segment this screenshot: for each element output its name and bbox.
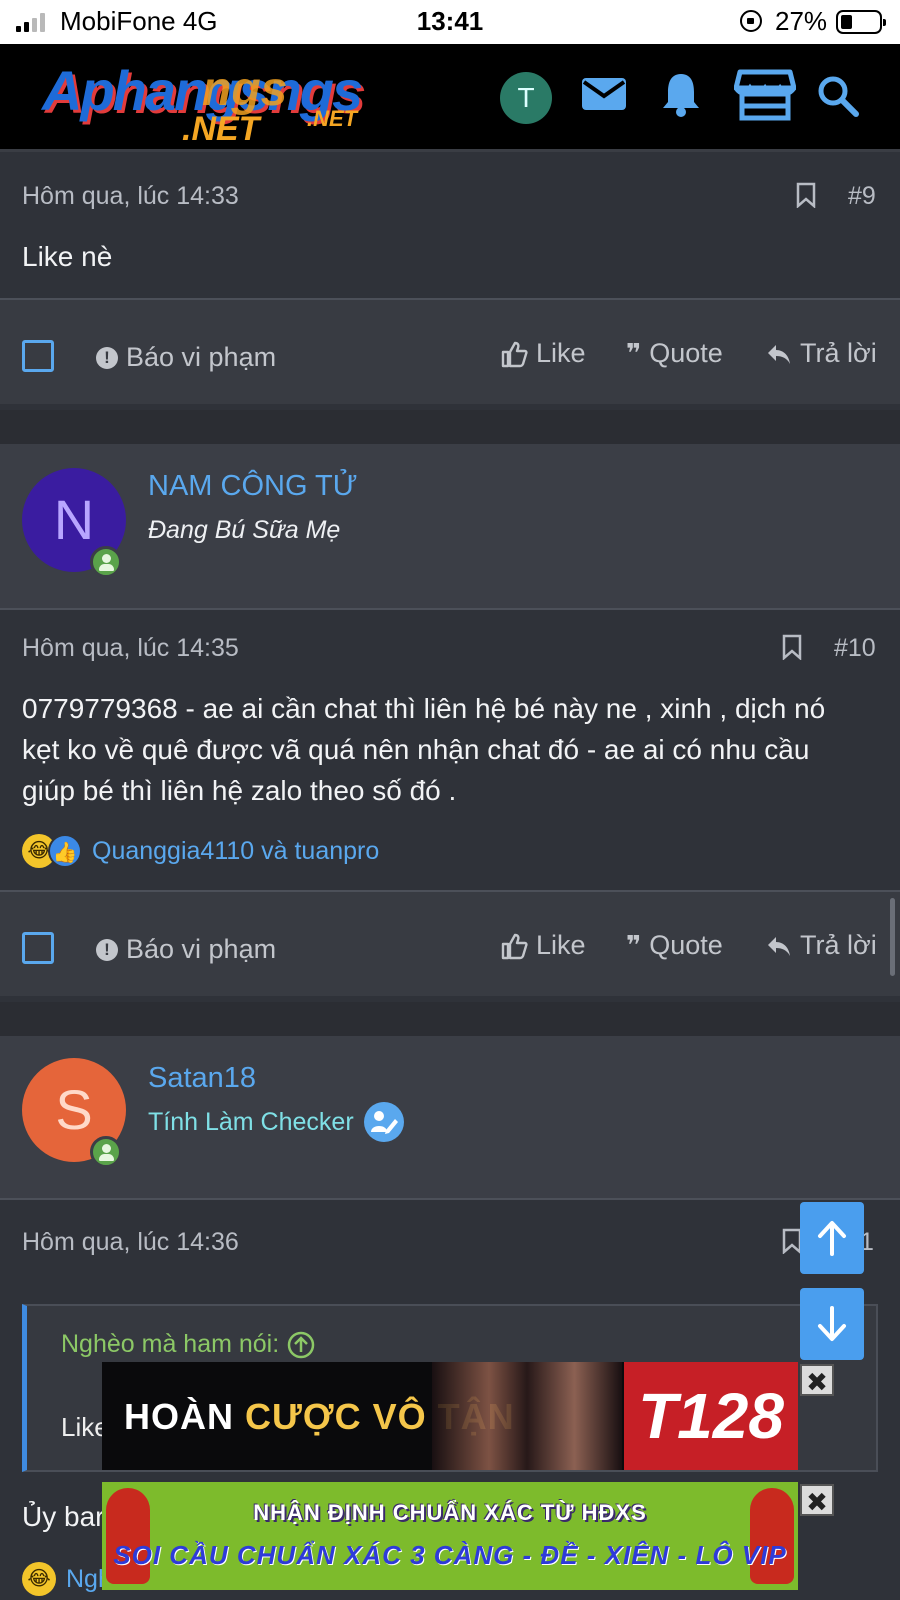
user-title: Đang Bú Sữa Mẹ	[148, 516, 341, 544]
post-gap	[0, 1002, 900, 1036]
mail-icon[interactable]	[580, 74, 628, 114]
ad-line1: NHẬN ĐỊNH CHUẨN XÁC TỪ HĐXS	[253, 1500, 647, 1525]
close-ad-button[interactable]: ✖	[800, 1364, 834, 1397]
checker-badge-icon	[363, 1102, 404, 1142]
report-button[interactable]: ! Báo vi phạm	[96, 342, 276, 373]
quote-icon: ❞	[626, 338, 642, 368]
select-checkbox[interactable]	[22, 932, 54, 964]
online-icon	[90, 546, 122, 578]
ad-headline-a: HOÀN	[124, 1396, 245, 1437]
post-number[interactable]: #10	[834, 634, 876, 663]
ad-banner-t128[interactable]: HOÀN CƯỢC VÔ TẬN T128	[102, 1362, 798, 1470]
quote-icon: ❞	[626, 930, 642, 960]
like-button[interactable]: Like	[500, 338, 586, 369]
user-title: Tính Làm Checker	[148, 1102, 404, 1142]
reply-icon	[768, 344, 790, 364]
reply-button[interactable]: Trả lời	[766, 930, 877, 961]
search-icon[interactable]	[816, 74, 860, 118]
logo-tld-small: .NET	[307, 106, 358, 131]
post-time[interactable]: Hôm qua, lúc 14:35	[22, 634, 239, 663]
bookmark-icon[interactable]	[782, 634, 802, 660]
scrollbar[interactable]	[890, 898, 895, 976]
body-line: kẹt ko về quê được vã quá nên nhận chat …	[22, 734, 810, 765]
post-body: Ủy bar	[22, 1501, 105, 1532]
ad-logo: T128	[624, 1362, 798, 1470]
clock: 13:41	[416, 6, 484, 36]
rotation-lock-icon	[740, 10, 762, 32]
post-time[interactable]: Hôm qua, lúc 14:36	[22, 1228, 239, 1257]
post-body: Like nè	[22, 241, 113, 272]
warning-icon: !	[96, 938, 118, 961]
like-button[interactable]: Like	[500, 930, 586, 961]
arrow-up-icon	[818, 1221, 846, 1256]
bell-icon[interactable]	[660, 70, 702, 118]
logo-tld: .NET	[182, 110, 260, 148]
warning-icon: !	[96, 346, 118, 369]
like-reaction-icon: 👍	[48, 834, 82, 868]
status-bar: MobiFone 4G 13:41 27%	[0, 0, 900, 44]
thumbs-up-icon	[501, 933, 528, 959]
divider	[0, 608, 900, 610]
thumbs-up-icon	[501, 341, 528, 367]
bookmark-icon[interactable]	[782, 1228, 802, 1254]
quote-button[interactable]: ❞ Quote	[626, 930, 723, 961]
logo-wordmark-overlap: ngs	[202, 63, 288, 116]
report-button[interactable]: ! Báo vi phạm	[96, 934, 276, 965]
battery-icon	[836, 10, 886, 34]
reaction-summary[interactable]: 😂 Ngh	[22, 1562, 112, 1596]
ad-line2: SOI CẦU CHUẨN XÁC 3 CÀNG - ĐỀ - XIÊN - L…	[113, 1540, 787, 1570]
ad-image	[432, 1362, 622, 1470]
close-ad-button[interactable]: ✖	[800, 1484, 834, 1517]
site-header: Aphangsngs ngs .NET .NET T	[0, 44, 900, 152]
post-author-block: N NAM CÔNG TỬ Đang Bú Sữa Mẹ	[0, 444, 900, 608]
username[interactable]: NAM CÔNG TỬ	[148, 470, 358, 503]
reply-icon	[768, 936, 790, 956]
arrow-down-icon	[818, 1306, 846, 1341]
reaction-summary[interactable]: 😂 👍 Quanggia4110 và tuanpro	[22, 834, 379, 868]
post-time[interactable]: Hôm qua, lúc 14:33	[22, 182, 239, 211]
laugh-reaction-icon: 😂	[22, 1562, 56, 1596]
account-avatar[interactable]: T	[500, 72, 552, 124]
battery-percent: 27%	[775, 6, 828, 36]
post-body: 0779779368 - ae ai cần chat thì liên hệ …	[22, 688, 825, 811]
bookmark-icon[interactable]	[796, 182, 816, 208]
post-actions: ! Báo vi phạm Like ❞ Quote Trả lời	[0, 892, 900, 996]
post-gap	[0, 410, 900, 444]
reply-button[interactable]: Trả lời	[766, 338, 877, 369]
online-icon	[90, 1136, 122, 1168]
body-line: giúp bé thì liên hệ zalo theo số đó .	[22, 775, 457, 806]
scroll-top-button[interactable]	[800, 1202, 864, 1274]
store-icon[interactable]	[734, 68, 796, 122]
user-title-text: Tính Làm Checker	[148, 1107, 354, 1136]
post-actions: ! Báo vi phạm Like ❞ Quote Trả lời	[0, 300, 900, 404]
quote-author[interactable]: Nghèo mà ham nói:	[61, 1330, 315, 1359]
select-checkbox[interactable]	[22, 340, 54, 372]
username[interactable]: Satan18	[148, 1062, 256, 1095]
body-line: 0779779368 - ae ai cần chat thì liên hệ …	[22, 693, 826, 724]
site-logo[interactable]: Aphangsngs ngs .NET .NET	[42, 58, 402, 148]
arrow-up-circle-icon[interactable]	[287, 1331, 315, 1359]
post-author-block: S Satan18 Tính Làm Checker	[0, 1036, 900, 1198]
quote-button[interactable]: ❞ Quote	[626, 338, 723, 369]
reactor-names[interactable]: Quanggia4110 và tuanpro	[92, 837, 379, 866]
divider	[0, 1198, 900, 1200]
post-number[interactable]: #9	[848, 182, 876, 211]
scroll-bottom-button[interactable]	[800, 1288, 864, 1360]
ad-banner-soicau[interactable]: NHẬN ĐỊNH CHUẨN XÁC TỪ HĐXS SOI CẦU CHUẨ…	[102, 1482, 798, 1590]
